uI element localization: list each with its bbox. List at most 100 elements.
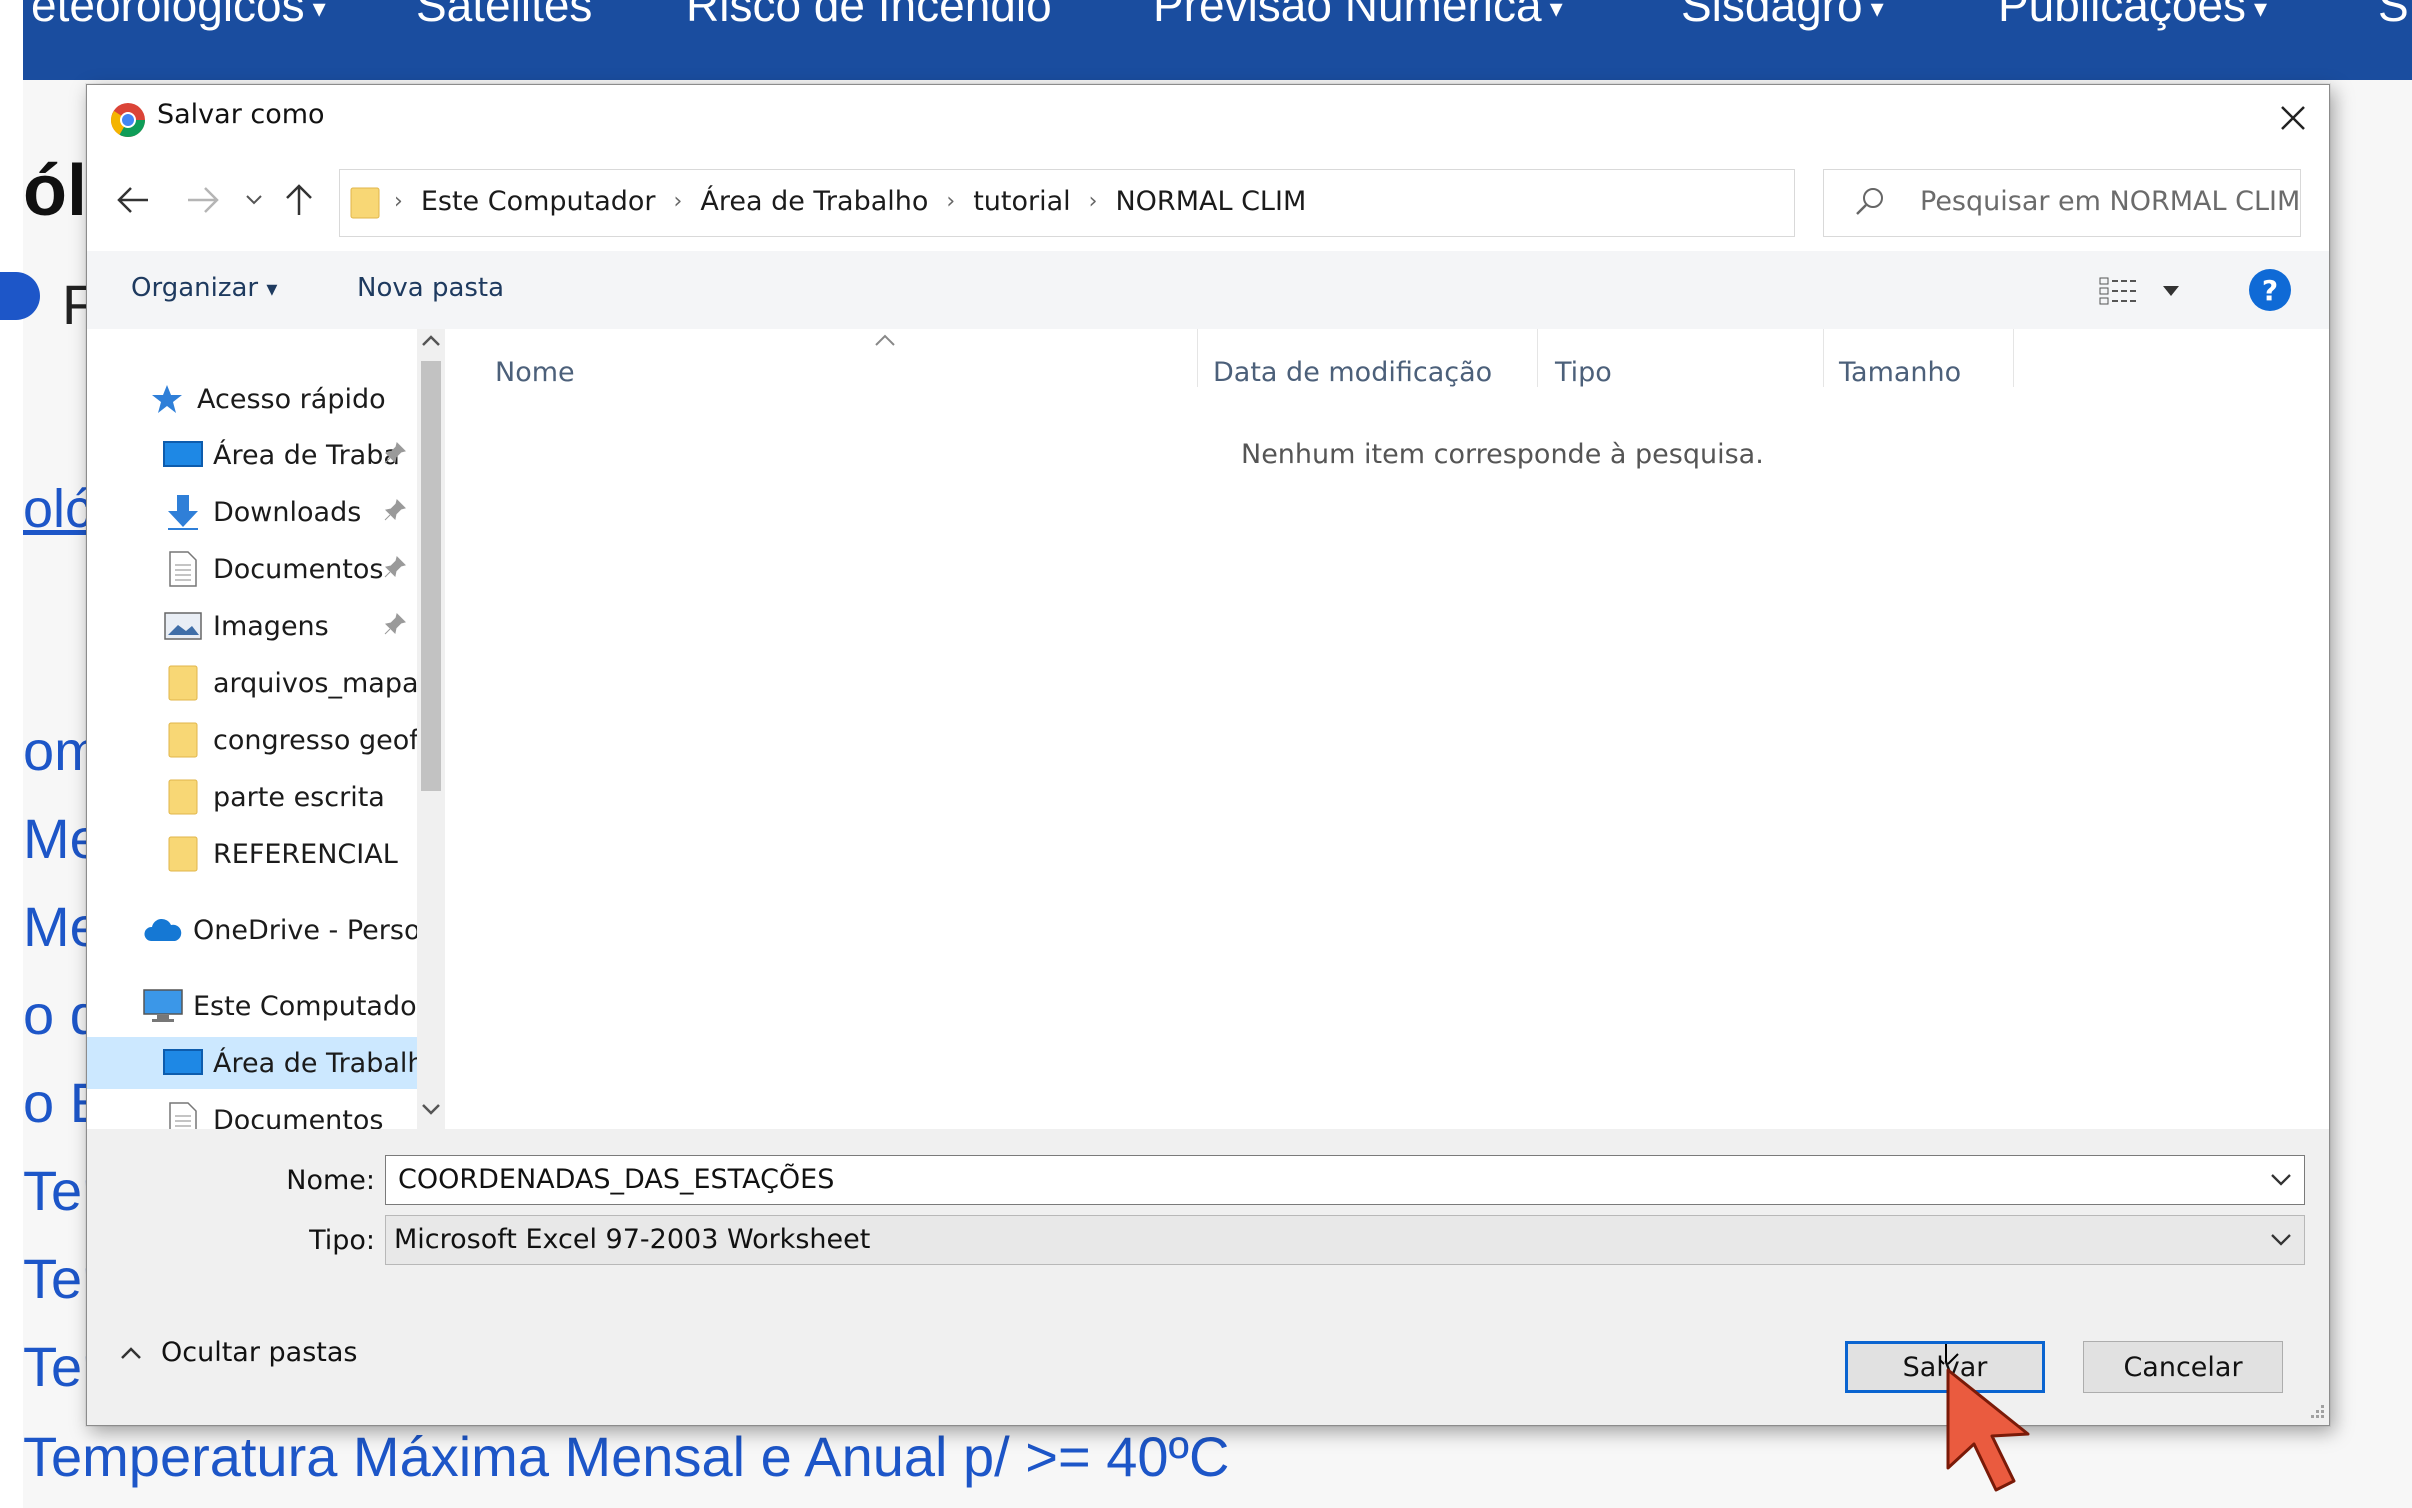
chevron-up-icon [121,1346,141,1359]
address-row: › Este Computador › Área de Trabalho › t… [87,151,2329,251]
view-options-button[interactable] [2099,269,2199,313]
column-divider[interactable] [1823,329,1824,387]
arrow-right-icon [188,187,219,213]
nav-folder-referencial[interactable]: REFERENCIAL [87,828,441,880]
navigation-pane: Acesso rápido Área de Traba Downloads Do… [87,329,441,1129]
bg-link-fragment[interactable]: olć [23,478,92,540]
file-type-select[interactable]: Microsoft Excel 97-2003 Worksheet [385,1215,2305,1265]
file-list: Nome Data de modificação Tipo Tamanho Ne… [457,329,2327,1129]
pin-icon [384,499,406,521]
nav-item-previsao-numerica[interactable]: Previsão Numérica ▾ [1153,0,1563,32]
site-nav-bar: eteorológicos ▾ Satélites Risco de Incênd… [23,0,2412,80]
document-icon [163,549,203,589]
save-as-dialog: Salvar como › Este Computador › Área de [86,84,2330,1426]
resize-grip-icon[interactable] [2305,1401,2325,1421]
column-divider[interactable] [2013,329,2014,387]
folder-icon [163,720,203,760]
star-icon [147,379,187,419]
breadcrumb-item[interactable]: NORMAL CLIM [1115,186,1306,217]
navigation-scrollbar[interactable] [417,329,445,1129]
column-divider[interactable] [1537,329,1538,387]
nav-item-publicacoes[interactable]: Publicações ▾ [1998,0,2267,32]
dialog-title: Salvar como [157,99,325,130]
chevron-down-icon [246,195,262,205]
desktop-icon [163,435,203,475]
close-icon [2281,106,2305,130]
nav-item-truncated[interactable]: S [2378,0,2409,32]
folder-icon [163,663,203,703]
dialog-titlebar: Salvar como [87,85,2329,151]
nav-documents[interactable]: Documentos [87,1094,441,1129]
nav-folder-arquivos-mapas[interactable]: arquivos_mapas [87,657,441,709]
nav-this-pc[interactable]: Este Computador [87,980,441,1032]
nav-item-meteorologicos[interactable]: eteorológicos ▾ [31,0,326,32]
column-header-type[interactable]: Tipo [1555,357,1612,388]
scrollbar-thumb[interactable] [421,361,441,791]
search-placeholder: Pesquisar em NORMAL CLIM [1920,186,2301,217]
breadcrumb-item[interactable]: tutorial [973,186,1070,217]
cloud-icon [143,910,183,950]
nav-downloads[interactable]: Downloads [87,486,441,538]
close-button[interactable] [2267,93,2319,143]
cancel-button[interactable]: Cancelar [2083,1341,2283,1393]
folder-icon [163,777,203,817]
breadcrumb-item[interactable]: Área de Trabalho [700,186,928,217]
column-header-name[interactable]: Nome [495,357,575,388]
nav-item-risco-incendio[interactable]: Risco de Incêndio [686,0,1052,32]
breadcrumb-separator: › [673,189,683,214]
file-type-value: Microsoft Excel 97-2003 Worksheet [394,1224,871,1255]
file-name-label: Nome: [286,1165,375,1196]
breadcrumb-separator: › [946,189,956,214]
back-button[interactable] [109,175,157,225]
nav-onedrive[interactable]: OneDrive - Persor [87,904,441,956]
nav-item-sisdagro[interactable]: Sisdagro ▾ [1681,0,1884,32]
chevron-down-icon[interactable] [419,1099,443,1119]
recent-locations-button[interactable] [239,175,269,225]
nav-desktop-pinned[interactable]: Área de Traba [87,429,441,481]
document-icon [163,1100,203,1129]
nav-item-satelites[interactable]: Satélites [416,0,592,32]
sort-ascending-icon [875,334,895,346]
nav-desktop-selected[interactable]: Área de Trabalho [87,1037,441,1089]
pin-icon [384,442,406,464]
bg-heading-fragment: ól [23,151,87,231]
details-view-icon [2099,277,2139,305]
chevron-down-icon[interactable] [2268,1166,2294,1192]
column-header-date-modified[interactable]: Data de modificação [1213,357,1492,388]
file-name-input[interactable]: COORDENADAS_DAS_ESTAÇÕES [385,1155,2305,1205]
breadcrumb-separator: › [394,189,403,214]
dialog-toolbar: Organizar ▾ Nova pasta ? [87,251,2329,329]
empty-list-message: Nenhum item corresponde à pesquisa. [1241,439,1764,470]
arrow-up-icon [286,184,312,215]
new-folder-button[interactable]: Nova pasta [357,273,504,303]
pin-icon [384,613,406,635]
address-bar[interactable]: › Este Computador › Área de Trabalho › t… [339,169,2017,237]
search-input[interactable]: Pesquisar em NORMAL CLIM [1823,169,2301,237]
column-header-size[interactable]: Tamanho [1839,357,1961,388]
help-button[interactable]: ? [2249,269,2291,311]
column-divider[interactable] [1197,329,1198,387]
breadcrumb-item[interactable]: Este Computador [421,186,656,217]
nav-images[interactable]: Imagens [87,600,441,652]
computer-icon [143,986,183,1026]
up-button[interactable] [275,175,323,225]
mouse-cursor-icon [1940,1344,2030,1492]
organize-button[interactable]: Organizar ▾ [131,273,277,303]
desktop-icon [163,1043,203,1083]
file-name-value: COORDENADAS_DAS_ESTAÇÕES [398,1164,835,1195]
chevron-up-icon[interactable] [419,331,443,351]
file-type-label: Tipo: [309,1225,375,1256]
search-icon [1856,188,1883,215]
hide-folders-toggle[interactable]: Ocultar pastas [117,1337,357,1368]
arrow-left-icon [117,187,148,213]
folder-icon [350,187,380,219]
nav-folder-parte-escrita[interactable]: parte escrita [87,771,441,823]
breadcrumb: › Este Computador › Área de Trabalho › t… [394,186,1306,217]
nav-documents-pinned[interactable]: Documentos [87,543,441,595]
nav-quick-access[interactable]: Acesso rápido [87,373,441,425]
chrome-icon [111,103,145,137]
chevron-down-icon [2271,1234,2291,1246]
nav-folder-congresso[interactable]: congresso geofr [87,714,441,766]
forward-button[interactable] [179,175,227,225]
bg-link-temperatura-maxima[interactable]: Temperatura Máxima Mensal e Anual p/ >= … [23,1424,1229,1489]
